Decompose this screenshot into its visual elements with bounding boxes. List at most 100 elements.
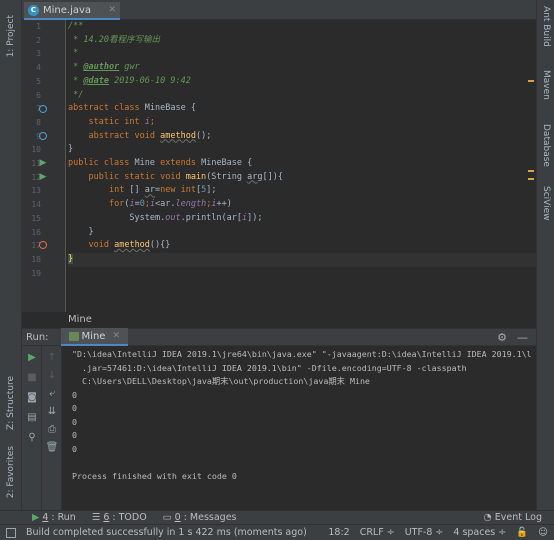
run-panel-header: Run: Mine ✕ ⚙ — [22, 328, 536, 346]
indent-setting[interactable]: 4 spaces ÷ [453, 527, 506, 538]
run-class-icon[interactable]: ▶ [38, 158, 48, 168]
gear-icon[interactable]: ⚙ [497, 331, 507, 344]
minimize-icon[interactable]: — [517, 331, 528, 344]
line-separator[interactable]: CRLF ÷ [360, 527, 395, 538]
tool-windows-icon[interactable] [6, 528, 16, 538]
down-arrow-icon[interactable]: ↓ [45, 368, 59, 382]
warning-marker[interactable] [528, 178, 534, 180]
code-line: public static void main(String arg[]){ [68, 171, 536, 185]
code-token: ]; [206, 185, 217, 196]
run-tool-num: 4 [42, 512, 49, 523]
line-number: 4 [36, 63, 41, 73]
keyword: static int [68, 116, 145, 127]
lock-icon[interactable]: 🔓 [516, 527, 528, 538]
field: out [165, 212, 181, 223]
code-text[interactable]: /** * 14.20看程序写输出 * * @author gwr * @dat… [68, 20, 536, 312]
pin-icon[interactable]: ⚲ [25, 430, 39, 444]
maven-tab[interactable]: Maven [537, 70, 554, 115]
keyword: extends [160, 158, 196, 168]
code-editor[interactable]: 1 2 3 4 5 6 7 8 9 10 11 12 13 14 15 16 1… [22, 20, 536, 312]
method-name: amethod [114, 240, 150, 251]
messages-tool-label: : Messages [183, 512, 237, 523]
sciview-tab[interactable]: SciView [537, 186, 554, 231]
code-token: ar [144, 185, 156, 196]
run-tool-tab[interactable]: ▶ 4: Run [24, 512, 84, 523]
keyword: abstract void [68, 130, 161, 141]
structure-tool-tab[interactable]: Z: Structure [0, 368, 22, 438]
code-line: void amethod(){} [68, 239, 536, 253]
rerun-icon[interactable]: ▶ [25, 350, 39, 364]
code-token: <ar. [155, 199, 176, 210]
soft-wrap-icon[interactable]: ⤶ [45, 386, 59, 400]
code-line: static int i; [68, 116, 536, 130]
database-tab[interactable]: Database [537, 124, 554, 176]
breadcrumb[interactable]: Mine [68, 314, 92, 325]
run-main-icon[interactable]: ▶ [38, 172, 48, 182]
code-line: int [] ar=new int[5]; [68, 184, 536, 198]
event-log-tab[interactable]: ◔ Event Log [476, 512, 551, 523]
ant-build-tab[interactable]: Ant Build [537, 6, 554, 56]
comment: * [68, 48, 79, 59]
camera-icon[interactable]: ◙ [25, 390, 39, 404]
event-log-label: Event Log [494, 512, 542, 523]
trash-icon[interactable]: 🗑 [45, 440, 59, 454]
console-toolbar: ↑ ↓ ⤶ ⇊ ⎙ 🗑 [42, 346, 62, 510]
line-number: 16 [31, 227, 41, 237]
line-number: 19 [31, 268, 41, 278]
code-token: []){ [262, 171, 283, 182]
warning-marker[interactable] [528, 80, 534, 82]
editor-scrollbar[interactable] [528, 20, 536, 312]
up-arrow-icon[interactable]: ↑ [45, 350, 59, 364]
run-panel-label: Run: [26, 331, 49, 343]
code-token: (){} [149, 240, 171, 251]
project-tool-tab[interactable]: 1: Project [0, 6, 22, 66]
warning-marker[interactable] [528, 170, 534, 172]
breadcrumb-bar: Mine [22, 312, 536, 328]
console-line: "D:\idea\IntelliJ IDEA 2019.1\jre64\bin\… [72, 349, 532, 359]
keyword: public class [68, 158, 130, 168]
code-token: } [68, 226, 94, 237]
field: length [175, 199, 207, 210]
message-icon: ▭ [162, 512, 172, 523]
list-icon: ☰ [91, 512, 101, 523]
favorites-tool-tab[interactable]: 2: Favorites [0, 442, 22, 502]
comment: * [68, 62, 84, 73]
console-output[interactable]: "D:\idea\IntelliJ IDEA 2019.1\jre64\bin\… [62, 346, 536, 510]
caret-position[interactable]: 18:2 [328, 527, 349, 538]
editor-tab-label: Mine.java [43, 4, 92, 16]
implemented-icon[interactable] [38, 131, 48, 141]
code-token: MineBase { [195, 158, 253, 168]
layout-icon[interactable]: ▤ [25, 410, 39, 424]
code-token: ; [149, 116, 156, 127]
code-line: * @date 2019-06-10 9:42 [68, 75, 536, 89]
stop-icon[interactable]: ■ [25, 370, 39, 384]
run-toolbar: ▶ ■ ◙ ▤ ⚲ [22, 346, 42, 510]
file-encoding[interactable]: UTF-8 ÷ [405, 527, 444, 538]
status-bar: Build completed successfully in 1 s 422 … [0, 524, 554, 540]
code-line: System.out.println(ar[i]); [68, 212, 536, 226]
messages-tool-tab[interactable]: ▭ 0: Messages [155, 512, 245, 523]
implemented-icon[interactable] [38, 104, 48, 114]
line-number: 8 [36, 117, 41, 127]
event-log-icon: ◔ [483, 512, 492, 523]
project-tool-tab-label: 1: Project [6, 14, 16, 58]
sciview-tab-label: SciView [541, 186, 551, 221]
scroll-to-end-icon[interactable]: ⇊ [45, 404, 59, 418]
inspector-icon[interactable]: ☺ [538, 527, 548, 538]
todo-tool-tab[interactable]: ☰ 6: TODO [84, 512, 155, 523]
editor-tab-mine-java[interactable]: C Mine.java ✕ [24, 2, 120, 20]
close-icon[interactable]: ✕ [112, 331, 120, 341]
print-icon[interactable]: ⎙ [45, 422, 59, 436]
ant-build-tab-label: Ant Build [541, 6, 551, 47]
database-tab-label: Database [541, 124, 551, 167]
console-line: 0 [72, 416, 77, 427]
close-icon[interactable]: ✕ [108, 5, 116, 15]
run-tab-mine[interactable]: Mine ✕ [60, 328, 128, 346]
line-number: 13 [31, 186, 41, 196]
keyword: abstract class [68, 103, 140, 114]
todo-tool-num: 6 [103, 512, 110, 523]
status-message[interactable]: Build completed successfully in 1 s 422 … [26, 527, 307, 538]
overrides-icon[interactable] [38, 240, 48, 250]
code-token: arg [247, 171, 263, 182]
